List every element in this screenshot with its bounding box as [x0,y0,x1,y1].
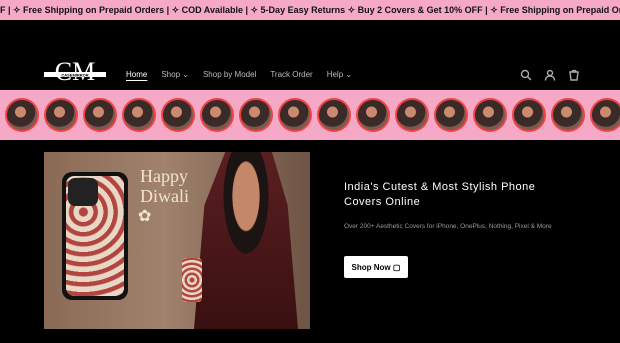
story-avatar[interactable] [5,98,39,132]
header-icons [520,68,580,86]
diwali-greeting: Happy Diwali [140,166,189,206]
held-phone-image [182,258,202,302]
story-avatar[interactable] [239,98,273,132]
story-avatar[interactable] [44,98,78,132]
hero-title: India's Cutest & Most Stylish Phone Cove… [344,181,536,208]
story-avatar[interactable] [551,98,585,132]
story-strip [0,90,620,140]
story-avatar[interactable] [122,98,156,132]
nav-home[interactable]: Home [126,70,147,79]
story-avatar[interactable] [434,98,468,132]
story-avatar[interactable] [473,98,507,132]
announcement-text: F | ✧ Free Shipping on Prepaid Orders | … [0,4,620,15]
story-avatar[interactable] [317,98,351,132]
hero-subtitle: Over 200+ Aesthetic Covers for iPhone, O… [344,223,552,230]
story-avatar[interactable] [83,98,117,132]
main-nav: Home Shop ⌄ Shop by Model Track Order He… [126,70,366,79]
story-avatar[interactable] [200,98,234,132]
nav-help[interactable]: Help ⌄ [327,70,352,79]
search-icon[interactable] [520,68,532,86]
account-icon[interactable] [544,68,556,86]
brand-logo[interactable]: CM CASEMIRROR [44,57,106,92]
hero-text: India's Cutest & Most Stylish Phone Cove… [344,180,554,231]
phone-case-image [62,172,128,300]
story-avatar[interactable] [512,98,546,132]
flower-icon: ✿ [138,208,152,225]
hero-image: Happy Diwali ✿ [44,152,310,329]
nav-shop-by-model[interactable]: Shop by Model [203,70,256,79]
announcement-bar: F | ✧ Free Shipping on Prepaid Orders | … [0,0,620,20]
shop-now-button[interactable]: Shop Now ▢ [344,256,408,278]
site-header: CM CASEMIRROR Home Shop ⌄ Shop by Model … [0,20,620,90]
story-avatar[interactable] [590,98,620,132]
svg-text:CASEMIRROR: CASEMIRROR [61,73,88,78]
story-avatar[interactable] [278,98,312,132]
nav-track-order[interactable]: Track Order [270,70,312,79]
camera-module [68,178,98,206]
story-avatar[interactable] [161,98,195,132]
nav-shop[interactable]: Shop ⌄ [161,70,189,79]
model-photo [194,152,298,329]
story-avatar[interactable] [395,98,429,132]
story-avatar[interactable] [356,98,390,132]
cart-icon[interactable] [568,68,580,86]
